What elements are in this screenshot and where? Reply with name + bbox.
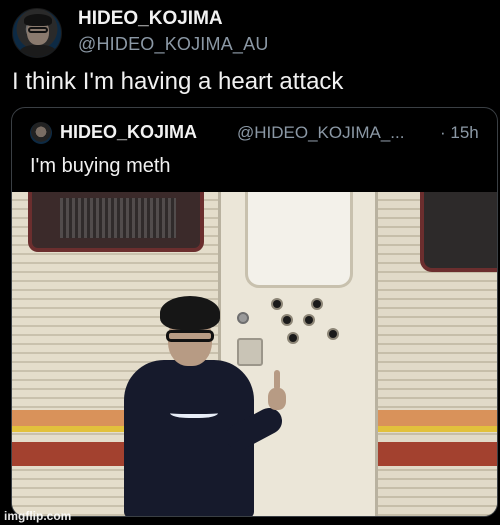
shirt-logo <box>170 406 218 418</box>
tweet-header: HIDEO_KOJIMA @HIDEO_KOJIMA_AU <box>12 4 488 60</box>
quoted-author-avatar[interactable] <box>30 122 52 144</box>
person-hair <box>160 296 220 330</box>
bullet-hole <box>305 316 313 324</box>
person-pointing <box>104 296 287 516</box>
imgflip-watermark: imgflip.com <box>4 509 72 523</box>
rv-window-left <box>28 192 204 252</box>
author-avatar[interactable] <box>12 8 62 58</box>
tweet-text: I think I'm having a heart attack <box>12 68 344 95</box>
quoted-tweet-time[interactable]: · 15h <box>440 123 479 143</box>
avatar-hair <box>24 14 52 26</box>
person-glasses <box>166 330 214 342</box>
bullet-hole <box>329 330 337 338</box>
quoted-tweet-text: I'm buying meth <box>30 155 171 177</box>
rv-window-right <box>420 192 497 272</box>
author-name[interactable]: HIDEO_KOJIMA <box>78 8 223 30</box>
quoted-author-name[interactable]: HIDEO_KOJIMA <box>60 122 197 143</box>
rv-door-window <box>245 192 353 288</box>
bullet-hole <box>313 300 321 308</box>
quoted-tweet-photo[interactable] <box>12 192 497 516</box>
quoted-author-handle[interactable]: @HIDEO_KOJIMA_... <box>237 123 404 143</box>
avatar-glasses <box>28 27 48 33</box>
pointing-finger <box>274 370 280 390</box>
author-handle[interactable]: @HIDEO_KOJIMA_AU <box>78 34 269 55</box>
avatar-shirt <box>19 45 57 57</box>
bullet-hole <box>283 316 291 324</box>
quoted-tweet-card[interactable]: HIDEO_KOJIMA @HIDEO_KOJIMA_... · 15h I'm… <box>11 107 498 517</box>
person-hand <box>268 388 286 410</box>
bullet-hole <box>289 334 297 342</box>
